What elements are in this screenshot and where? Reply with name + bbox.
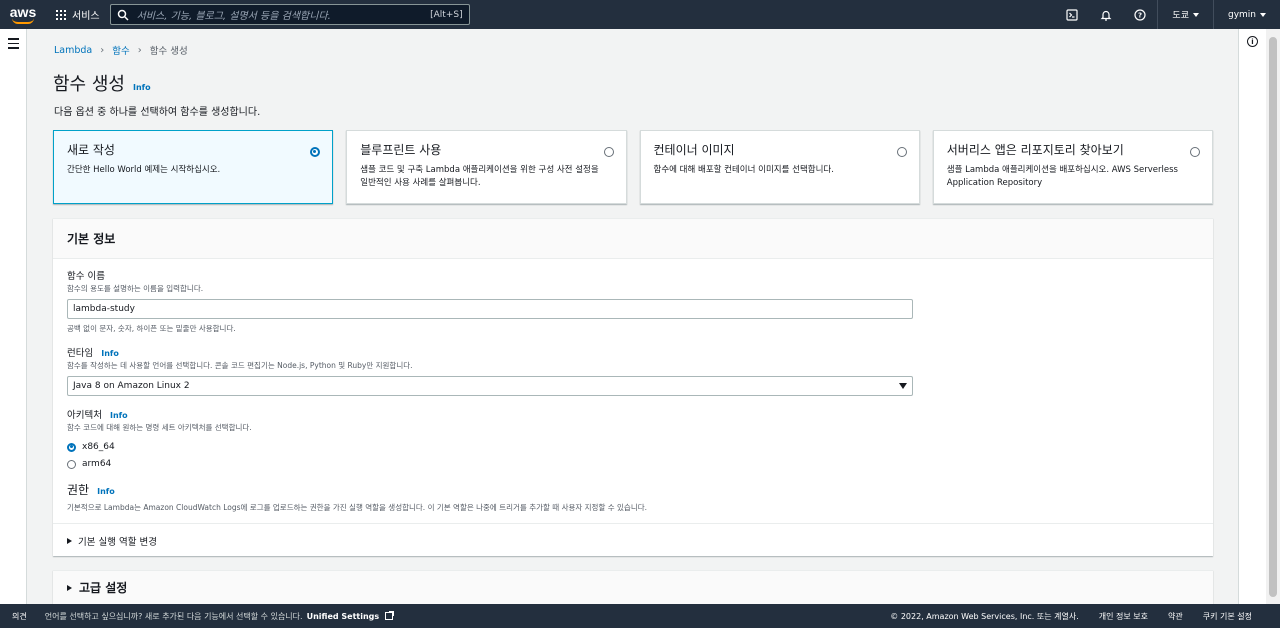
runtime-select[interactable]: Java 8 on Amazon Linux 2	[67, 376, 913, 396]
arch-option-x86[interactable]: x86_64	[67, 442, 252, 452]
cloudshell-icon[interactable]	[1055, 0, 1089, 29]
advanced-settings-expander[interactable]: 고급 설정	[53, 570, 1213, 604]
runtime-field: 런타임 Info 함수를 작성하는 데 사용할 언어를 선택합니다. 콘솔 코드 …	[67, 345, 913, 396]
help-icon[interactable]: ?	[1123, 0, 1157, 29]
cookie-preferences-link[interactable]: 쿠키 기본 설정	[1203, 611, 1252, 622]
footer: 의견 언어를 선택하고 싶으십니까? 새로 추가된 다음 기능에서 선택할 수 …	[0, 604, 1280, 628]
search-input[interactable]: 서비스, 기능, 블로그, 설명서 등을 검색합니다. [Alt+S]	[109, 4, 470, 25]
breadcrumb-lambda[interactable]: Lambda	[54, 45, 92, 56]
language-notice: 언어를 선택하고 싶으십니까? 새로 추가된 다음 기능에서 선택할 수 있습니…	[45, 611, 395, 622]
search-shortcut: [Alt+S]	[430, 9, 463, 20]
bell-icon[interactable]	[1089, 0, 1123, 29]
radio-icon[interactable]	[67, 459, 76, 469]
option-container-image[interactable]: 컨테이너 이미지 함수에 대해 배포할 컨테이너 이미지를 선택합니다.	[639, 130, 920, 204]
permissions-info-link[interactable]: Info	[97, 487, 115, 496]
breadcrumb-functions[interactable]: 함수	[112, 43, 129, 57]
svg-text:?: ?	[1138, 11, 1142, 19]
caret-down-icon	[1260, 12, 1266, 17]
architecture-info-link[interactable]: Info	[110, 411, 128, 420]
search-icon	[117, 9, 129, 21]
privacy-link[interactable]: 개인 정보 보호	[1099, 611, 1148, 622]
radio-icon[interactable]	[603, 147, 614, 157]
option-author-from-scratch[interactable]: 새로 작성 간단한 Hello World 예제는 시작하십시오.	[53, 130, 334, 204]
hamburger-icon[interactable]	[8, 38, 19, 52]
title-info-link[interactable]: Info	[133, 83, 151, 92]
aws-logo[interactable]: aws	[0, 0, 46, 29]
option-serverless-repo[interactable]: 서버리스 앱은 리포지토리 찾아보기 샘플 Lambda 애플리케이션을 배포하…	[932, 130, 1213, 204]
radio-icon[interactable]	[1190, 147, 1200, 157]
breadcrumb: Lambda › 함수 › 함수 생성	[54, 43, 188, 58]
caret-right-icon	[67, 584, 72, 591]
user-menu[interactable]: gymin	[1212, 0, 1280, 29]
chevron-right-icon: ›	[100, 44, 105, 56]
caret-right-icon	[67, 537, 72, 544]
grid-icon	[56, 9, 66, 20]
page-title: 함수 생성 Info	[53, 74, 151, 95]
architecture-field: 아키텍처 Info 함수 코드에 대해 원하는 명령 세트 아키텍처를 선택합니다…	[67, 410, 252, 469]
top-navigation: aws 서비스 서비스, 기능, 블로그, 설명서 등을 검색합니다. [Alt…	[0, 0, 1280, 29]
feedback-link[interactable]: 의견	[0, 611, 39, 622]
info-icon[interactable]: i	[1247, 36, 1258, 47]
copyright: © 2022, Amazon Web Services, Inc. 또는 계열사…	[890, 611, 1079, 621]
runtime-info-link[interactable]: Info	[101, 349, 119, 358]
arch-option-arm64[interactable]: arm64	[67, 459, 252, 469]
region-selector[interactable]: 도쿄	[1157, 0, 1213, 29]
function-name-input[interactable]: lambda-study	[67, 299, 913, 319]
page-description: 다음 옵션 중 하나를 선택하여 함수를 생성합니다.	[54, 107, 261, 118]
scrollbar-thumb[interactable]	[1269, 37, 1277, 597]
chevron-right-icon: ›	[137, 44, 142, 56]
external-link-icon	[385, 611, 395, 620]
option-use-blueprint[interactable]: 블루프린트 사용 샘플 코드 및 구축 Lambda 애플리케이션을 위한 구성…	[346, 130, 627, 204]
page-scrollbar[interactable]	[1266, 29, 1280, 604]
function-name-field: 함수 이름 함수의 용도를 설명하는 이름을 입력합니다. lambda-stu…	[67, 268, 913, 334]
terms-link[interactable]: 약관	[1168, 611, 1183, 622]
breadcrumb-current: 함수 생성	[149, 46, 188, 57]
radio-icon[interactable]	[896, 147, 907, 157]
search-placeholder: 서비스, 기능, 블로그, 설명서 등을 검색합니다.	[136, 11, 331, 22]
change-default-role-expander[interactable]: 기본 실행 역할 변경	[53, 523, 1213, 557]
permissions-section: 권한 Info 기본적으로 Lambda는 Amazon CloudWatch L…	[67, 483, 647, 512]
side-navigation-rail	[0, 29, 27, 604]
creation-options: 새로 작성 간단한 Hello World 예제는 시작하십시오. 블루프린트 …	[53, 130, 1213, 204]
unified-settings-link[interactable]: Unified Settings	[307, 612, 380, 621]
tools-rail	[1238, 29, 1266, 604]
radio-selected-icon[interactable]	[67, 442, 76, 452]
panel-header: 기본 정보	[53, 219, 1213, 259]
caret-down-icon	[1192, 12, 1199, 17]
basic-info-panel: 기본 정보 함수 이름 함수의 용도를 설명하는 이름을 입력합니다. lamb…	[53, 218, 1213, 556]
caret-down-icon	[899, 383, 907, 389]
services-menu[interactable]: 서비스	[56, 7, 100, 22]
